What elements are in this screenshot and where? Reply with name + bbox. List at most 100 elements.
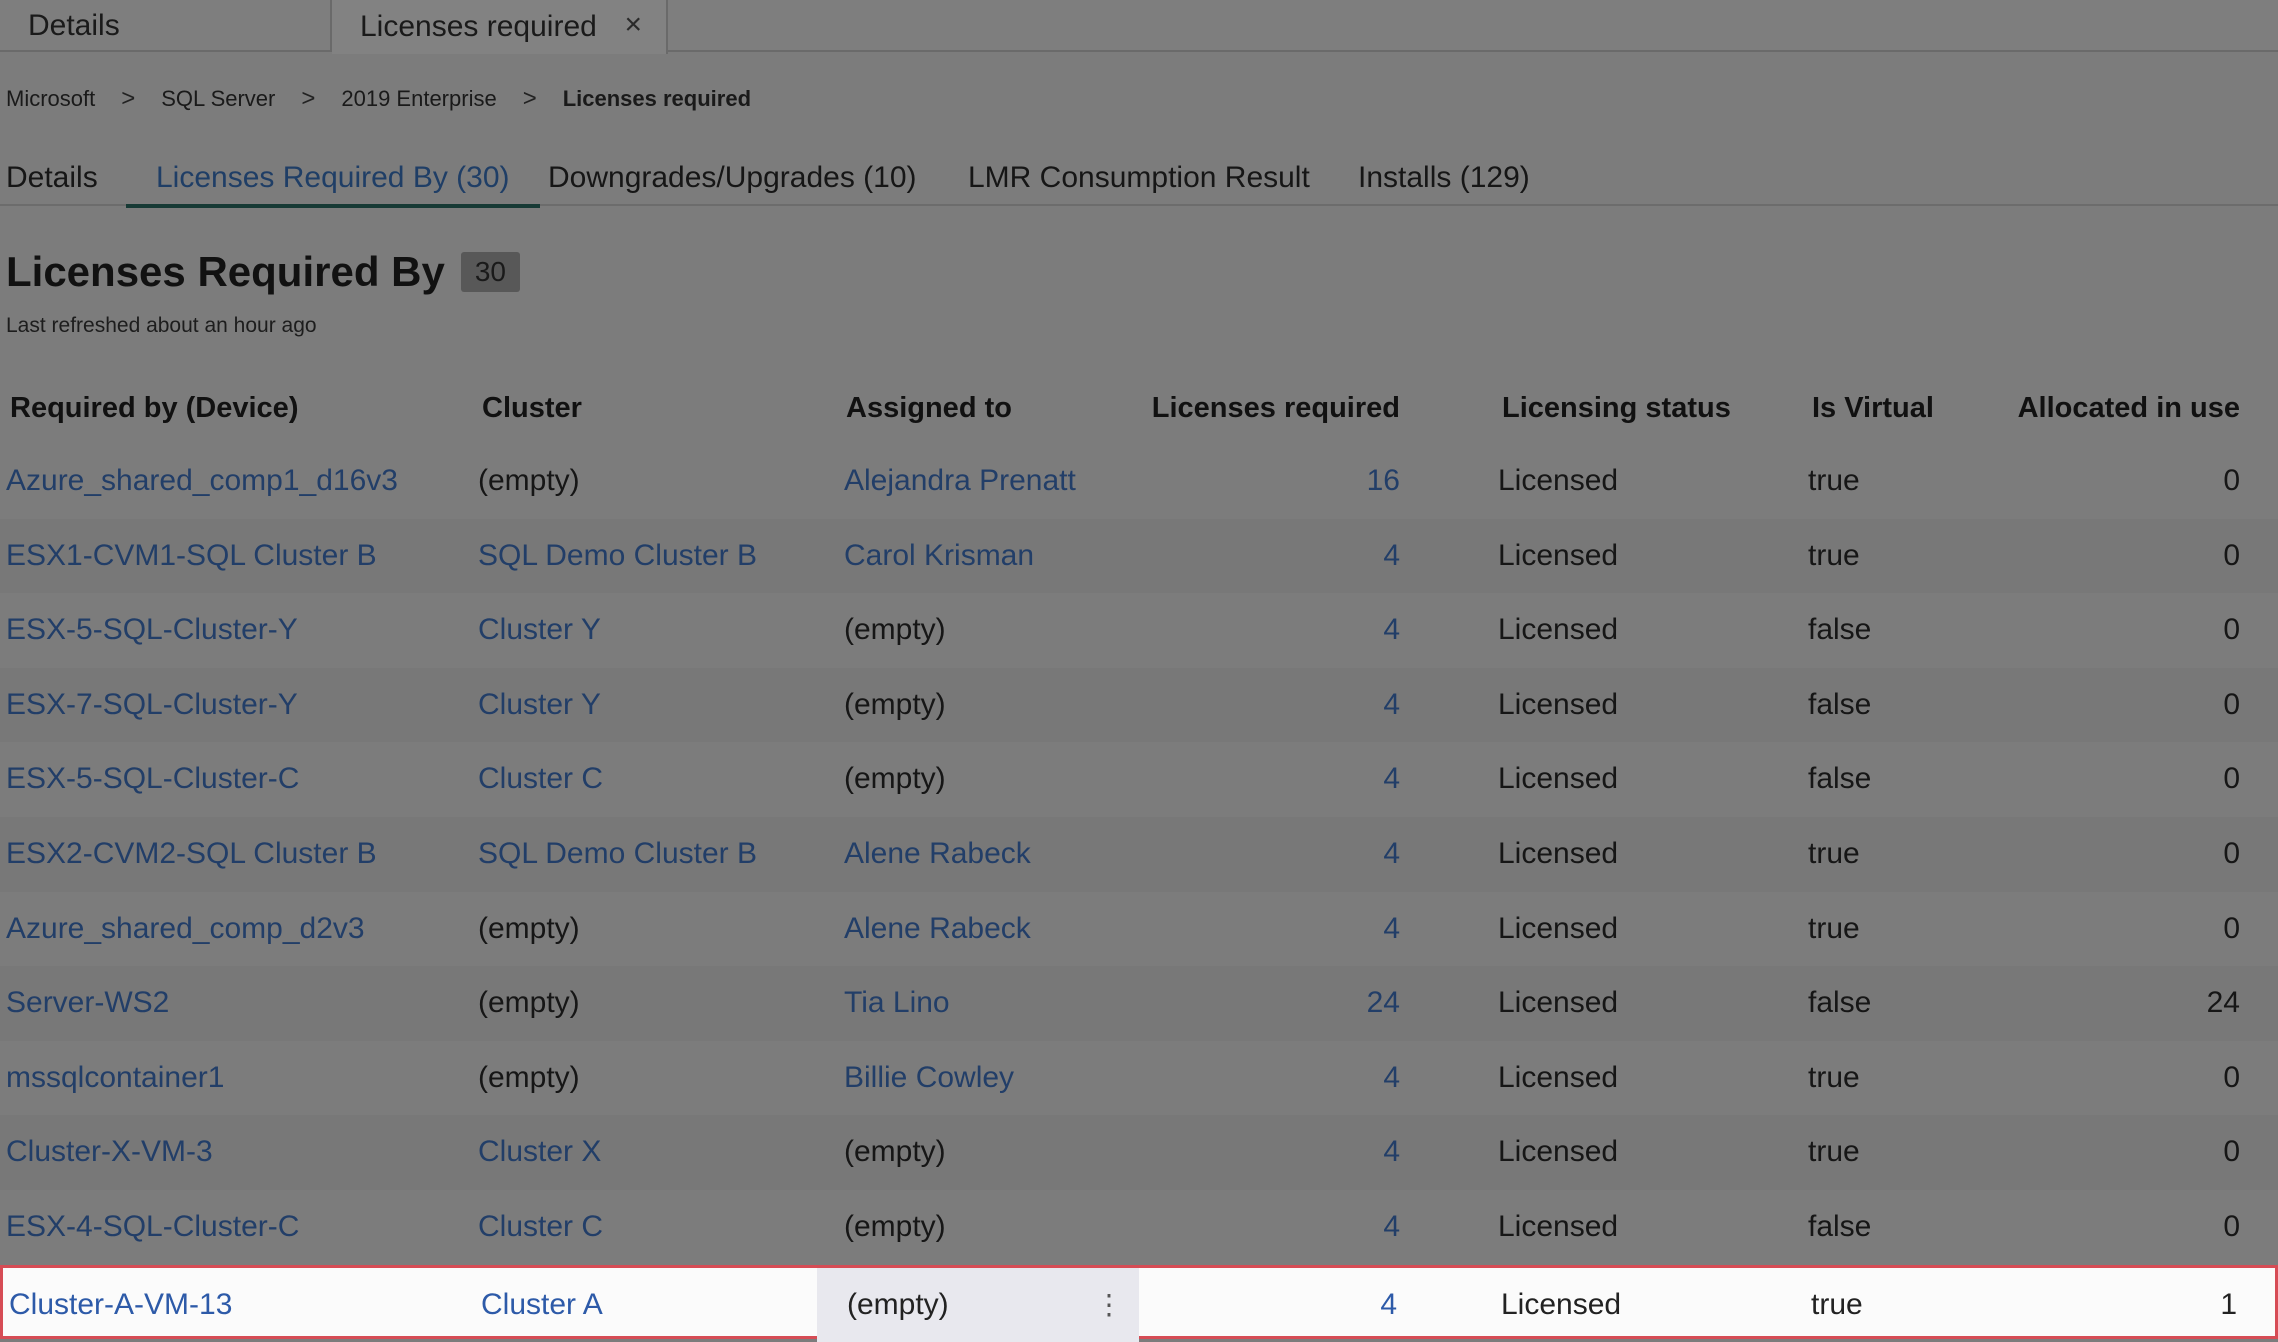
device-link[interactable]: ESX1-CVM1-SQL Cluster B xyxy=(6,539,377,573)
is-virtual: true xyxy=(1811,1287,1863,1321)
table-row[interactable]: ESX-4-SQL-Cluster-C Cluster C (empty) 4 … xyxy=(0,1189,2278,1265)
device-link[interactable]: ESX-4-SQL-Cluster-C xyxy=(6,1210,299,1244)
table-row[interactable]: Cluster-X-VM-3 Cluster X (empty) 4 Licen… xyxy=(0,1115,2278,1190)
assigned-to-link[interactable]: Carol Krisman xyxy=(844,539,1034,573)
cluster-link[interactable]: Cluster C xyxy=(478,762,603,796)
window-tab-details[interactable]: Details xyxy=(0,0,332,52)
table-row[interactable]: Server-WS2 (empty) Tia Lino 24 Licensed … xyxy=(0,966,2278,1041)
licensing-status: Licensed xyxy=(1498,1135,1619,1169)
window-tab-bar: Details Licenses required × xyxy=(0,0,2278,54)
licenses-required-link[interactable]: 4 xyxy=(1383,837,1400,871)
assigned-to-link[interactable]: Alejandra Prenatt xyxy=(844,464,1076,498)
table-row[interactable]: ESX-7-SQL-Cluster-Y Cluster Y (empty) 4 … xyxy=(0,667,2278,743)
licenses-required-link[interactable]: 4 xyxy=(1383,762,1400,796)
allocated-in-use: 0 xyxy=(2223,538,2240,572)
licensing-status: Licensed xyxy=(1498,836,1619,870)
table-row[interactable]: mssqlcontainer1 (empty) Billie Cowley 4 … xyxy=(0,1040,2278,1116)
window-tab-licenses-required[interactable]: Licenses required × xyxy=(332,0,668,54)
licenses-required-link[interactable]: 4 xyxy=(1383,613,1400,647)
licensing-status: Licensed xyxy=(1501,1287,1622,1321)
is-virtual: true xyxy=(1808,1060,1860,1094)
allocated-in-use: 0 xyxy=(2223,1209,2240,1243)
cluster-link[interactable]: SQL Demo Cluster B xyxy=(478,539,757,573)
licenses-required-link[interactable]: 4 xyxy=(1383,1135,1400,1169)
cluster-link[interactable]: Cluster C xyxy=(478,1210,603,1244)
column-header-is-virtual[interactable]: Is Virtual xyxy=(1812,392,1934,425)
device-link[interactable]: ESX-5-SQL-Cluster-Y xyxy=(6,613,298,647)
table-row[interactable]: ESX-5-SQL-Cluster-C Cluster C (empty) 4 … xyxy=(0,742,2278,817)
window-tab-label: Licenses required xyxy=(360,10,597,43)
device-link[interactable]: Cluster-A-VM-13 xyxy=(9,1288,232,1322)
licenses-required-link[interactable]: 4 xyxy=(1383,1210,1400,1244)
tab-licenses-required-by[interactable]: Licenses Required By (30) xyxy=(126,150,539,208)
close-icon[interactable]: × xyxy=(624,8,642,42)
kebab-menu-icon[interactable]: ⋮ xyxy=(1095,1288,1123,1321)
table-row[interactable]: ESX-5-SQL-Cluster-Y Cluster Y (empty) 4 … xyxy=(0,593,2278,668)
licensing-status: Licensed xyxy=(1498,613,1619,647)
tab-lmr-consumption-result[interactable]: LMR Consumption Result xyxy=(968,150,1310,206)
is-virtual: true xyxy=(1808,538,1860,572)
is-virtual: true xyxy=(1808,464,1860,497)
device-link[interactable]: Azure_shared_comp1_d16v3 xyxy=(6,464,398,498)
allocated-in-use: 0 xyxy=(2223,464,2240,497)
cluster-value: (empty) xyxy=(478,464,580,497)
licenses-required-link[interactable]: 4 xyxy=(1383,688,1400,722)
table-row-selected[interactable]: Cluster-A-VM-13 Cluster A (empty) ⋮ 4 Li… xyxy=(0,1264,2278,1342)
licenses-required-link[interactable]: 4 xyxy=(1383,1061,1400,1095)
table-row[interactable]: ESX2-CVM2-SQL Cluster B SQL Demo Cluster… xyxy=(0,816,2278,892)
window-tab-label: Details xyxy=(28,9,120,42)
cluster-link[interactable]: Cluster A xyxy=(481,1288,603,1322)
is-virtual: false xyxy=(1808,762,1872,796)
is-virtual: true xyxy=(1808,911,1860,945)
column-header-licensing-status[interactable]: Licensing status xyxy=(1502,392,1731,425)
breadcrumb-item-microsoft[interactable]: Microsoft xyxy=(6,86,95,112)
licenses-required-link[interactable]: 4 xyxy=(1380,1288,1397,1322)
device-link[interactable]: ESX-7-SQL-Cluster-Y xyxy=(6,688,298,722)
cluster-link[interactable]: SQL Demo Cluster B xyxy=(478,837,757,871)
breadcrumb-item-sql-server[interactable]: SQL Server xyxy=(161,86,275,112)
device-link[interactable]: Server-WS2 xyxy=(6,986,169,1020)
licenses-required-link[interactable]: 16 xyxy=(1367,464,1400,498)
allocated-in-use: 0 xyxy=(2223,762,2240,796)
cluster-value: (empty) xyxy=(478,911,580,945)
cluster-link[interactable]: Cluster Y xyxy=(478,688,601,722)
cluster-link[interactable]: Cluster Y xyxy=(478,613,601,647)
licensing-status: Licensed xyxy=(1498,911,1619,945)
allocated-in-use: 0 xyxy=(2223,836,2240,870)
licensing-status: Licensed xyxy=(1498,464,1619,497)
assigned-to-link[interactable]: Billie Cowley xyxy=(844,1061,1014,1095)
licenses-required-link[interactable]: 24 xyxy=(1367,986,1400,1020)
allocated-in-use: 1 xyxy=(2220,1287,2237,1321)
device-link[interactable]: ESX-5-SQL-Cluster-C xyxy=(6,762,299,796)
breadcrumb-item-current: Licenses required xyxy=(562,86,752,111)
column-header-cluster[interactable]: Cluster xyxy=(482,392,582,425)
breadcrumb-item-2019-enterprise[interactable]: 2019 Enterprise xyxy=(341,86,496,112)
device-link[interactable]: ESX2-CVM2-SQL Cluster B xyxy=(6,837,377,871)
column-header-device[interactable]: Required by (Device) xyxy=(10,392,298,425)
assigned-to-link[interactable]: Alene Rabeck xyxy=(844,837,1031,871)
table-row[interactable]: ESX1-CVM1-SQL Cluster B SQL Demo Cluster… xyxy=(0,518,2278,594)
licenses-required-link[interactable]: 4 xyxy=(1383,912,1400,946)
allocated-in-use: 0 xyxy=(2223,613,2240,647)
column-header-licenses-required[interactable]: Licenses required xyxy=(1152,392,1400,425)
allocated-in-use: 0 xyxy=(2223,1135,2240,1169)
column-header-assigned-to[interactable]: Assigned to xyxy=(846,392,1012,425)
table-row[interactable]: Azure_shared_comp_d2v3 (empty) Alene Rab… xyxy=(0,891,2278,967)
licensing-status: Licensed xyxy=(1498,762,1619,796)
cluster-link[interactable]: Cluster X xyxy=(478,1135,601,1169)
device-link[interactable]: Cluster-X-VM-3 xyxy=(6,1135,213,1169)
tab-downgrades-upgrades[interactable]: Downgrades/Upgrades (10) xyxy=(548,150,917,206)
tab-details[interactable]: Details xyxy=(6,150,98,206)
device-link[interactable]: mssqlcontainer1 xyxy=(6,1061,224,1095)
device-link[interactable]: Azure_shared_comp_d2v3 xyxy=(6,912,365,946)
breadcrumb: Microsoft > SQL Server > 2019 Enterprise… xyxy=(6,82,751,116)
tab-installs[interactable]: Installs (129) xyxy=(1358,150,1530,206)
is-virtual: false xyxy=(1808,1209,1872,1243)
page-title: Licenses Required By xyxy=(6,248,445,295)
table-row[interactable]: Azure_shared_comp1_d16v3 (empty) Alejand… xyxy=(0,444,2278,519)
assigned-to-link[interactable]: Tia Lino xyxy=(844,986,950,1020)
licenses-required-link[interactable]: 4 xyxy=(1383,539,1400,573)
assigned-to-link[interactable]: Alene Rabeck xyxy=(844,912,1031,946)
column-header-allocated-in-use[interactable]: Allocated in use xyxy=(2018,392,2240,425)
cluster-value: (empty) xyxy=(478,1060,580,1094)
